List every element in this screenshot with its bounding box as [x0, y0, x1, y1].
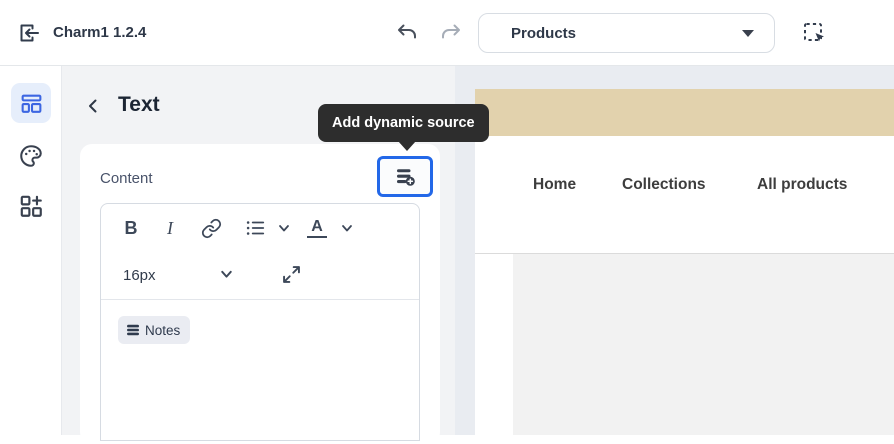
theme-title: Charm1 1.2.4 [53, 24, 146, 41]
nav-link-collections[interactable]: Collections [622, 176, 706, 194]
page-selector-value: Products [511, 25, 576, 42]
tooltip: Add dynamic source [318, 104, 489, 142]
list-options-dropdown[interactable] [275, 216, 293, 240]
caret-down-icon [742, 30, 754, 37]
bold-button[interactable]: B [121, 216, 141, 240]
preview-canvas: Home Collections All products [455, 66, 894, 435]
tooltip-arrow [398, 141, 416, 151]
rich-text-editor: B I [100, 203, 420, 441]
content-settings-card: Content B I [80, 144, 440, 444]
redo-button[interactable] [439, 21, 463, 45]
panel-title: Text [118, 93, 160, 117]
exit-icon [14, 19, 42, 47]
editor-toolbar-row2: 16px [101, 251, 419, 299]
palette-icon [18, 143, 44, 169]
select-element-icon [801, 20, 828, 47]
exit-editor-button[interactable] [14, 19, 42, 47]
nav-link-home[interactable]: Home [533, 176, 576, 194]
chevron-down-icon [277, 221, 291, 235]
header-section: Home Collections All products [475, 136, 894, 253]
add-dynamic-source-button[interactable] [377, 156, 433, 197]
chevron-down-icon [340, 221, 354, 235]
editor-toolbar-row1: B I [101, 204, 419, 251]
sections-icon [19, 91, 44, 116]
chip-label: Notes [145, 323, 180, 338]
top-bar: Charm1 1.2.4 Products [0, 0, 894, 66]
store-preview: Home Collections All products [475, 89, 894, 435]
link-button[interactable] [199, 216, 223, 240]
nav-link-all-products[interactable]: All products [757, 176, 847, 194]
bullet-list-button[interactable] [243, 216, 267, 240]
text-color-button[interactable]: A [307, 217, 327, 238]
rail-item-sections[interactable] [11, 83, 51, 123]
editor-text-area[interactable]: Notes [101, 300, 419, 440]
product-media-placeholder[interactable] [513, 254, 894, 435]
undo-button[interactable] [395, 21, 419, 45]
content-label: Content [100, 170, 153, 187]
back-button[interactable] [84, 97, 102, 115]
page-selector-dropdown[interactable]: Products [478, 13, 775, 53]
font-size-value: 16px [123, 267, 156, 284]
color-options-dropdown[interactable] [338, 216, 356, 240]
left-icon-rail [0, 66, 62, 435]
app-blocks-icon [18, 193, 44, 219]
rail-item-app-embeds[interactable] [11, 186, 51, 226]
dynamic-source-chip[interactable]: Notes [118, 316, 190, 344]
link-icon [201, 218, 222, 239]
undo-icon [395, 21, 419, 45]
expand-icon [281, 264, 302, 285]
database-icon [126, 323, 140, 337]
bullet-list-icon [244, 217, 266, 239]
rail-item-theme-settings[interactable] [11, 136, 51, 176]
italic-button[interactable]: I [161, 216, 179, 240]
redo-icon [439, 21, 463, 45]
dynamic-source-icon [395, 166, 416, 187]
select-element-tool-button[interactable] [801, 20, 828, 47]
chevron-down-icon[interactable] [219, 267, 234, 282]
announcement-bar-section[interactable] [475, 89, 894, 136]
expand-editor-button[interactable] [281, 264, 302, 285]
chevron-left-icon [84, 97, 102, 115]
